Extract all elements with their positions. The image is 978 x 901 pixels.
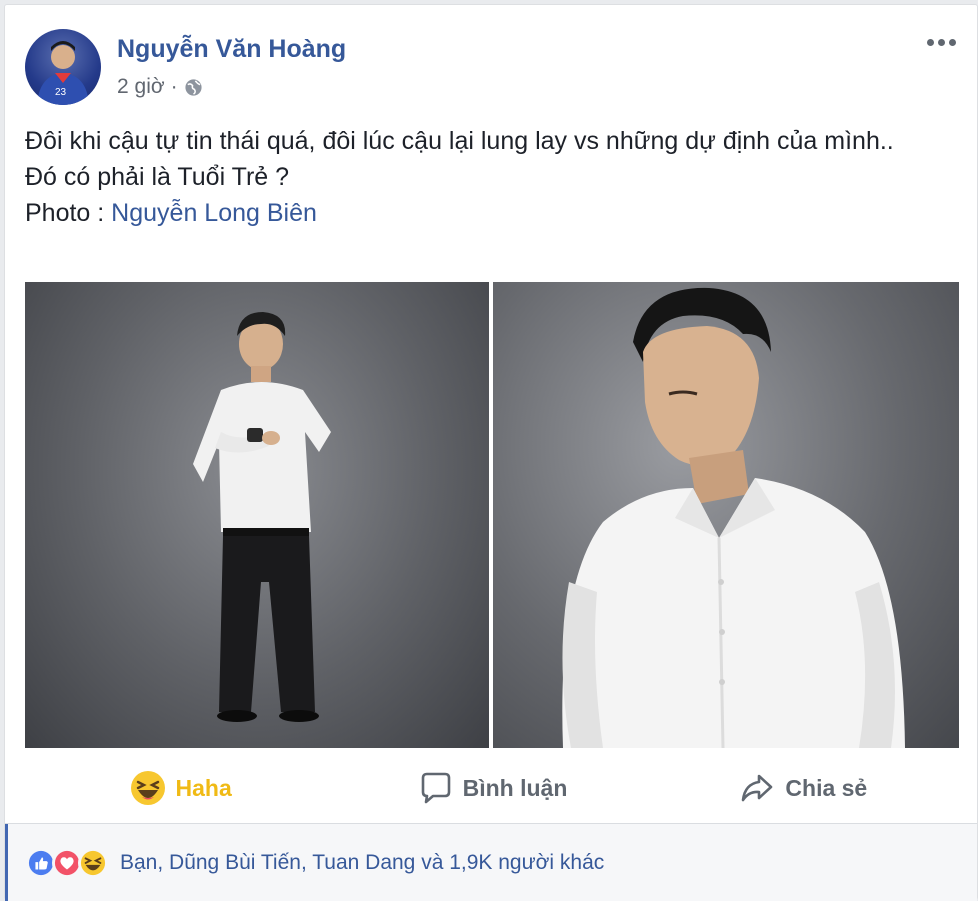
reactions-summary-text[interactable]: Bạn, Dũng Bùi Tiến, Tuan Dang và 1,9K ng… bbox=[120, 851, 604, 875]
meta-separator: · bbox=[170, 75, 178, 98]
post-time[interactable]: 2 giờ bbox=[117, 75, 165, 99]
comment-label: Bình luận bbox=[462, 774, 568, 801]
photo-credit-line: Photo : Nguyễn Long Biên bbox=[25, 195, 955, 231]
haha-reaction-button[interactable]: Haha bbox=[25, 770, 336, 806]
haha-icon bbox=[130, 771, 165, 805]
post-card: 23 Nguyễn Văn Hoàng 2 giờ · Đôi khi cậu … bbox=[4, 4, 978, 901]
share-button[interactable]: Chia sẻ bbox=[648, 770, 959, 806]
more-dot-icon bbox=[948, 38, 956, 46]
post-photo-1[interactable] bbox=[25, 282, 489, 748]
reaction-icons[interactable] bbox=[26, 847, 108, 878]
haha-label: Haha bbox=[175, 774, 232, 801]
comment-icon bbox=[421, 772, 450, 804]
haha-icon bbox=[78, 847, 108, 878]
post-text-line: Đôi khi cậu tự tin thái quá, đôi lúc cậu… bbox=[25, 127, 894, 155]
post-meta: 2 giờ · bbox=[117, 75, 203, 99]
post-text: Đôi khi cậu tự tin thái quá, đôi lúc cậu… bbox=[25, 123, 955, 231]
more-dot-icon bbox=[926, 38, 934, 46]
globe-icon[interactable] bbox=[184, 78, 203, 97]
comment-button[interactable]: Bình luận bbox=[336, 770, 647, 806]
post-text-line: Đó có phải là Tuổi Trẻ ? bbox=[25, 163, 290, 191]
post-photo-2[interactable] bbox=[493, 282, 959, 748]
post-action-bar: Haha Bình luận Chia sẻ bbox=[25, 757, 959, 819]
more-options-button[interactable] bbox=[921, 27, 961, 57]
author-avatar[interactable]: 23 bbox=[25, 29, 101, 105]
more-dot-icon bbox=[937, 38, 945, 46]
author-name[interactable]: Nguyễn Văn Hoàng bbox=[117, 35, 346, 64]
reactions-summary[interactable]: Bạn, Dũng Bùi Tiến, Tuan Dang và 1,9K ng… bbox=[5, 824, 977, 901]
share-icon bbox=[742, 774, 773, 802]
svg-text:23: 23 bbox=[55, 87, 67, 98]
photo-credit-prefix: Photo : bbox=[25, 199, 112, 227]
share-label: Chia sẻ bbox=[785, 774, 868, 801]
photo-credit-link[interactable]: Nguyễn Long Biên bbox=[111, 199, 317, 227]
